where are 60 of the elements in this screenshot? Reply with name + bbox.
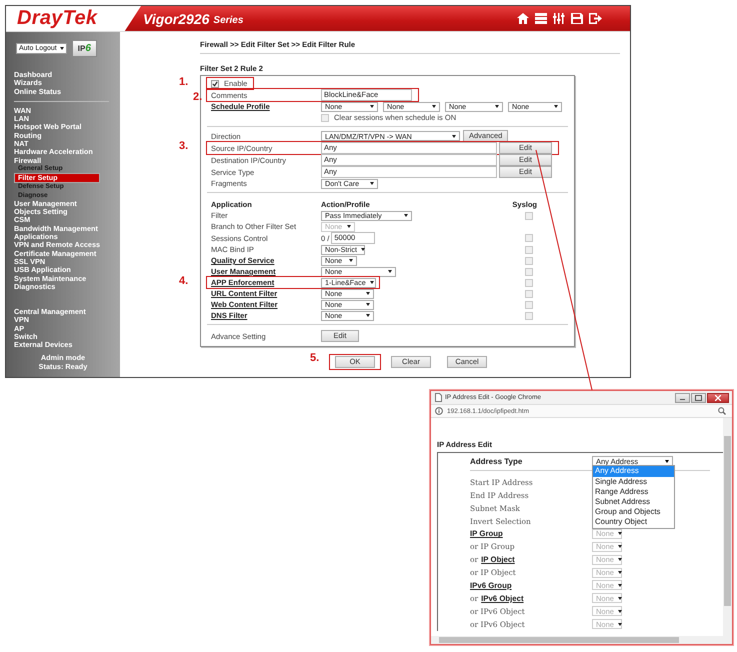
sliders-icon[interactable] xyxy=(553,13,565,24)
save-icon[interactable] xyxy=(571,13,583,24)
minimize-button[interactable] xyxy=(675,392,690,402)
caret-icon xyxy=(349,259,353,262)
syslog-checkbox[interactable] xyxy=(525,268,533,276)
syslog-checkbox[interactable] xyxy=(525,212,533,220)
logout-icon[interactable] xyxy=(589,13,602,24)
caret-icon xyxy=(370,281,374,284)
caret-icon xyxy=(370,182,374,185)
caret-icon xyxy=(495,105,499,108)
step-number: 3. xyxy=(179,140,188,152)
list-icon[interactable] xyxy=(535,13,547,24)
close-button[interactable] xyxy=(707,392,729,402)
caret-icon xyxy=(618,584,622,587)
series-label: Series xyxy=(213,14,244,26)
syslog-checkbox[interactable] xyxy=(525,246,533,254)
scrollbar[interactable] xyxy=(431,636,732,644)
checkmark-icon xyxy=(212,80,218,86)
step-number: 5. xyxy=(310,352,320,364)
syslog-checkbox[interactable] xyxy=(525,256,533,264)
syslog-checkbox[interactable] xyxy=(525,234,533,242)
home-icon[interactable] xyxy=(517,13,529,24)
checkbox[interactable] xyxy=(321,114,329,122)
caret-icon xyxy=(360,248,365,251)
enable-checkbox[interactable] xyxy=(211,80,219,88)
caret-icon xyxy=(618,596,622,600)
syslog-checkbox[interactable] xyxy=(525,290,533,298)
caret-icon xyxy=(366,292,370,295)
scrollbar[interactable] xyxy=(723,418,732,636)
syslog-checkbox[interactable] xyxy=(525,278,533,286)
caret-icon xyxy=(432,105,436,108)
syslog-checkbox[interactable] xyxy=(525,300,533,308)
caret-icon xyxy=(404,214,408,217)
caret-icon xyxy=(347,225,351,228)
caret-icon xyxy=(618,622,622,626)
brand-logo: DrayTek xyxy=(6,6,141,31)
maximize-button[interactable] xyxy=(691,392,706,402)
step-number: 2. xyxy=(193,91,202,103)
caret-icon xyxy=(366,314,370,317)
step-number: 1. xyxy=(179,76,188,88)
caret-icon xyxy=(618,610,622,613)
syslog-checkbox[interactable] xyxy=(525,312,533,320)
caret-icon xyxy=(618,545,622,548)
zoom-icon[interactable] xyxy=(718,407,726,415)
caret-icon xyxy=(618,532,622,536)
caret-icon xyxy=(554,105,558,108)
caret-icon xyxy=(366,303,370,306)
caret-icon xyxy=(618,571,622,574)
close-icon xyxy=(715,394,721,400)
step-number: 4. xyxy=(179,275,188,288)
caret-icon xyxy=(618,558,622,562)
page-icon xyxy=(435,393,442,402)
caret-icon xyxy=(60,47,64,50)
caret-icon xyxy=(388,270,392,273)
ipv6-button[interactable]: IP6 xyxy=(72,40,97,57)
caret-icon xyxy=(370,105,374,108)
field-label: Address Type xyxy=(470,456,524,466)
info-icon xyxy=(435,407,443,415)
caret-icon xyxy=(452,134,456,138)
model-name: Vigor2926 xyxy=(143,10,210,26)
